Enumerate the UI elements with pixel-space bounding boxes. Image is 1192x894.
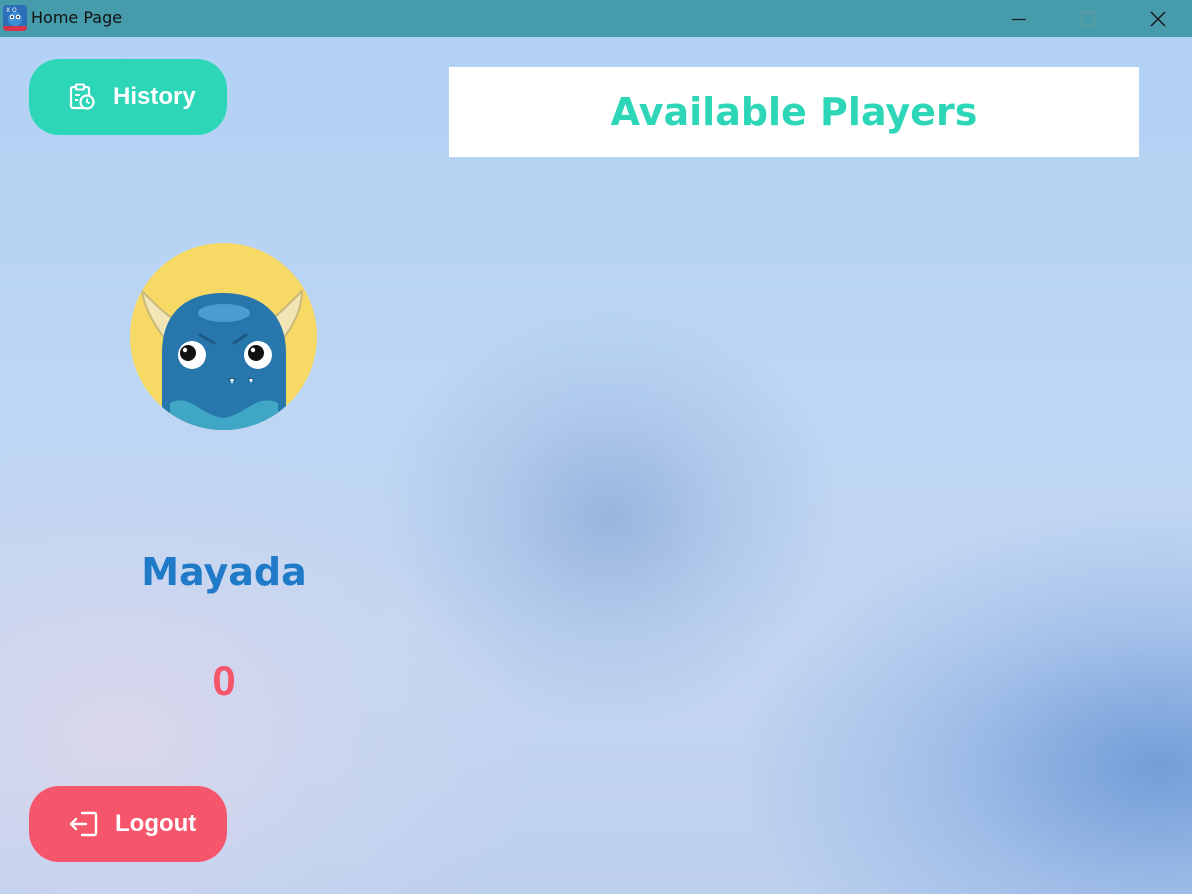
maximize-icon [1080,11,1096,26]
username: Mayada [141,550,307,594]
minimize-icon [1012,18,1026,20]
window-title: Home Page [31,8,123,27]
logout-icon [69,811,98,837]
home-content: History Available Players Mayada 0 Logou… [0,37,1192,894]
available-players-header: Available Players [449,67,1139,157]
maximize-button[interactable] [1054,0,1122,37]
close-button[interactable] [1124,0,1192,37]
title-bar: X O Home Page [0,0,1192,37]
app-window: X O Home Page History Available Players … [0,0,1192,894]
logout-button[interactable]: Logout [29,786,227,862]
blue-monster-avatar [130,243,317,430]
close-icon [1150,10,1166,27]
available-players-title: Available Players [610,90,978,134]
app-monster-icon: X O [3,5,27,31]
history-button-label: History [113,83,196,110]
svg-text:X O: X O [6,7,17,14]
clipboard-clock-icon [69,83,95,110]
avatar [130,243,317,430]
players-list [449,167,1139,857]
score-value: 0 [212,657,236,704]
history-button[interactable]: History [29,59,227,135]
logout-button-label: Logout [115,810,197,837]
minimize-button[interactable] [985,0,1053,37]
